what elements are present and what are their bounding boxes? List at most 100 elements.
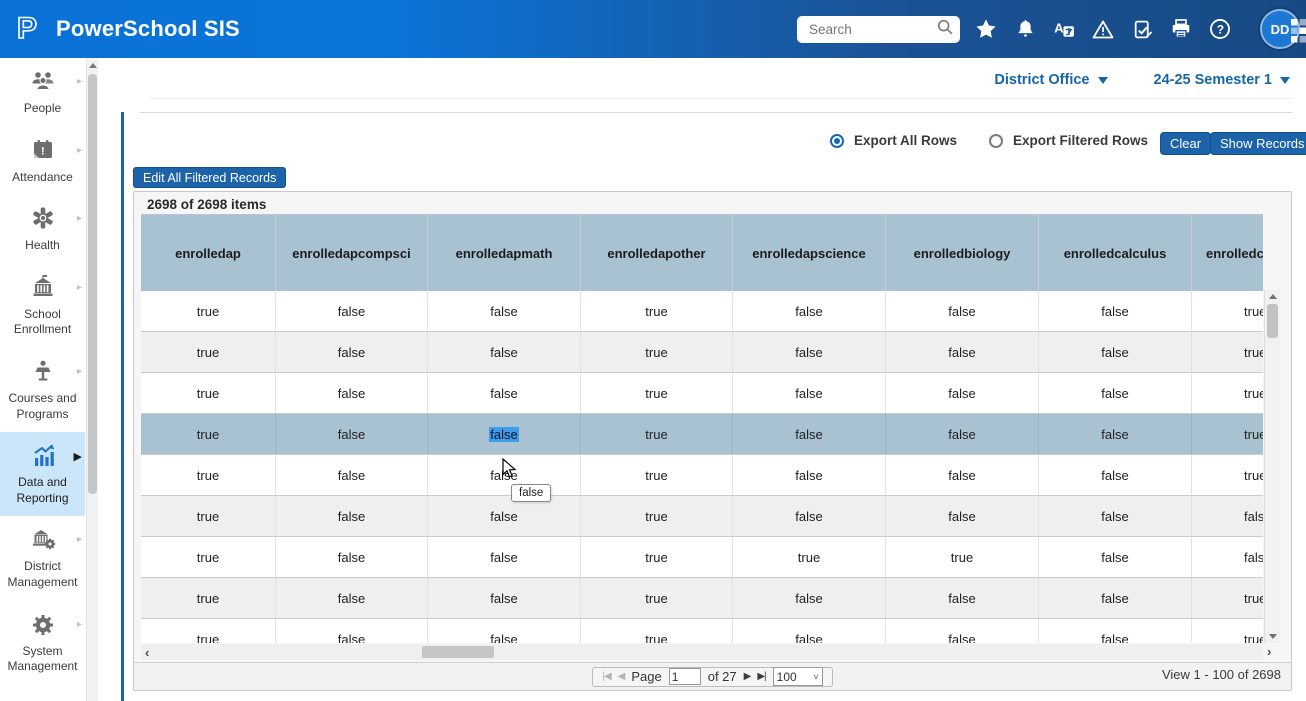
table-row[interactable]: truefalsefalsetruefalsefalsefalsetrue xyxy=(141,414,1263,455)
last-page-button[interactable]: ▶| xyxy=(757,672,765,682)
table-cell[interactable]: false xyxy=(428,332,581,372)
table-cell[interactable]: false xyxy=(733,496,886,536)
export-all-radio[interactable] xyxy=(830,134,844,148)
table-row[interactable]: truefalsefalsetruefalsefalsefalsetrue xyxy=(141,578,1263,619)
table-cell[interactable]: false xyxy=(276,291,428,331)
table-cell[interactable]: true xyxy=(733,537,886,577)
search-icon[interactable] xyxy=(936,18,954,41)
table-cell[interactable]: true xyxy=(1192,373,1263,413)
sidebar-scrollbar[interactable] xyxy=(86,58,98,701)
sidebar-item-attendance[interactable]: !▸Attendance xyxy=(0,127,85,196)
table-cell[interactable]: false xyxy=(428,496,581,536)
page-number-input[interactable] xyxy=(669,668,701,685)
table-cell[interactable]: true xyxy=(141,373,276,413)
column-header-enrolledapother[interactable]: enrolledapother xyxy=(581,215,733,291)
table-cell[interactable]: true xyxy=(1192,455,1263,495)
table-cell[interactable]: true xyxy=(581,537,733,577)
table-cell[interactable]: true xyxy=(141,619,276,643)
table-cell[interactable]: true xyxy=(141,537,276,577)
table-cell[interactable]: false xyxy=(1039,455,1192,495)
table-cell[interactable]: false xyxy=(276,496,428,536)
translate-icon[interactable]: A xyxy=(1053,18,1075,40)
export-all-label[interactable]: Export All Rows xyxy=(854,133,957,148)
table-cell[interactable]: true xyxy=(581,291,733,331)
table-cell[interactable]: true xyxy=(141,455,276,495)
table-cell[interactable]: false xyxy=(886,578,1039,618)
help-icon[interactable]: ? xyxy=(1209,18,1231,40)
apps-grid-icon[interactable] xyxy=(1291,19,1306,48)
school-selector[interactable]: District Office xyxy=(994,72,1107,88)
table-cell[interactable]: false xyxy=(1039,496,1192,536)
printer-icon[interactable] xyxy=(1170,18,1192,40)
scroll-up-icon[interactable] xyxy=(1265,290,1280,303)
sidebar-scrollbar-thumb[interactable] xyxy=(88,74,97,494)
search-box[interactable] xyxy=(797,16,960,43)
table-cell[interactable]: false xyxy=(1039,332,1192,372)
search-input[interactable] xyxy=(807,21,936,38)
table-row[interactable]: truefalsefalsetruefalsefalsefalsetrue xyxy=(141,373,1263,414)
table-cell[interactable]: true xyxy=(1192,332,1263,372)
table-cell[interactable]: false xyxy=(276,578,428,618)
sidebar-item-courses-and-programs[interactable]: ▸Courses and Programs xyxy=(0,348,85,432)
export-filtered-radio[interactable] xyxy=(989,134,1003,148)
table-cell[interactable]: true xyxy=(1192,578,1263,618)
bell-icon[interactable] xyxy=(1014,18,1036,40)
vertical-scrollbar-thumb[interactable] xyxy=(1267,304,1278,338)
column-header-enrolledche[interactable]: enrolledche xyxy=(1192,215,1263,291)
table-cell[interactable]: false xyxy=(428,619,581,643)
table-cell[interactable]: false xyxy=(428,537,581,577)
table-cell[interactable]: false xyxy=(1039,373,1192,413)
table-row[interactable]: truefalsefalsetruefalsefalsefalsetrue xyxy=(141,291,1263,332)
sidebar-item-school-enrollment[interactable]: ▸School Enrollment xyxy=(0,264,85,348)
table-row[interactable]: truefalsefalsetruefalsefalsefalsefalse xyxy=(141,496,1263,537)
next-page-button[interactable]: ▶ xyxy=(744,672,751,682)
column-header-enrolledapcompsci[interactable]: enrolledapcompsci xyxy=(276,215,428,291)
table-cell[interactable]: false xyxy=(733,332,886,372)
table-cell[interactable]: false xyxy=(886,455,1039,495)
table-cell[interactable]: true xyxy=(581,332,733,372)
table-cell[interactable]: true xyxy=(1192,414,1263,454)
table-cell[interactable]: true xyxy=(141,291,276,331)
show-records-button[interactable]: Show Records xyxy=(1210,132,1306,155)
sidebar-item-data-and-reporting[interactable]: ▶Data and Reporting xyxy=(0,432,85,516)
table-cell[interactable]: true xyxy=(581,578,733,618)
table-cell[interactable]: false xyxy=(276,373,428,413)
table-cell[interactable]: false xyxy=(733,414,886,454)
table-cell[interactable]: true xyxy=(581,496,733,536)
table-row[interactable]: truefalsefalsetruetruetruefalsefalse xyxy=(141,537,1263,578)
clear-button[interactable]: Clear xyxy=(1160,132,1211,155)
column-header-enrolledapmath[interactable]: enrolledapmath xyxy=(428,215,581,291)
column-header-enrolledcalculus[interactable]: enrolledcalculus xyxy=(1039,215,1192,291)
term-selector[interactable]: 24-25 Semester 1 xyxy=(1154,72,1291,88)
table-cell[interactable]: false xyxy=(733,578,886,618)
warning-icon[interactable] xyxy=(1092,18,1114,40)
sidebar-item-people[interactable]: ▸People xyxy=(0,58,85,127)
column-header-enrolledapscience[interactable]: enrolledapscience xyxy=(733,215,886,291)
edit-all-filtered-records-button[interactable]: Edit All Filtered Records xyxy=(133,167,286,188)
table-cell[interactable]: true xyxy=(886,537,1039,577)
table-cell[interactable]: true xyxy=(141,578,276,618)
scroll-down-icon[interactable] xyxy=(1265,630,1280,643)
table-cell[interactable]: true xyxy=(581,455,733,495)
table-row[interactable]: truefalsefalsetruefalsefalsefalsetrue xyxy=(141,332,1263,373)
table-cell[interactable]: true xyxy=(1192,619,1263,643)
star-icon[interactable] xyxy=(975,18,997,40)
table-cell[interactable]: false xyxy=(1192,537,1263,577)
table-cell[interactable]: false xyxy=(276,414,428,454)
table-cell[interactable]: false xyxy=(428,578,581,618)
column-header-enrolledbiology[interactable]: enrolledbiology xyxy=(886,215,1039,291)
table-cell[interactable]: true xyxy=(581,619,733,643)
table-cell[interactable]: false xyxy=(886,291,1039,331)
table-cell[interactable]: false xyxy=(276,332,428,372)
table-cell[interactable]: false xyxy=(886,496,1039,536)
table-cell[interactable]: false xyxy=(733,455,886,495)
table-cell[interactable]: false xyxy=(733,373,886,413)
sidebar-item-health[interactable]: ▸Health xyxy=(0,195,85,264)
table-cell[interactable]: false xyxy=(733,619,886,643)
prev-page-button[interactable]: ◀ xyxy=(618,672,625,682)
table-cell[interactable]: false xyxy=(1039,414,1192,454)
table-cell[interactable]: false xyxy=(428,414,581,454)
table-row[interactable]: truefalsefalsetruefalsefalsefalsetrue xyxy=(141,455,1263,496)
table-cell[interactable]: false xyxy=(276,455,428,495)
table-cell[interactable]: false xyxy=(886,414,1039,454)
